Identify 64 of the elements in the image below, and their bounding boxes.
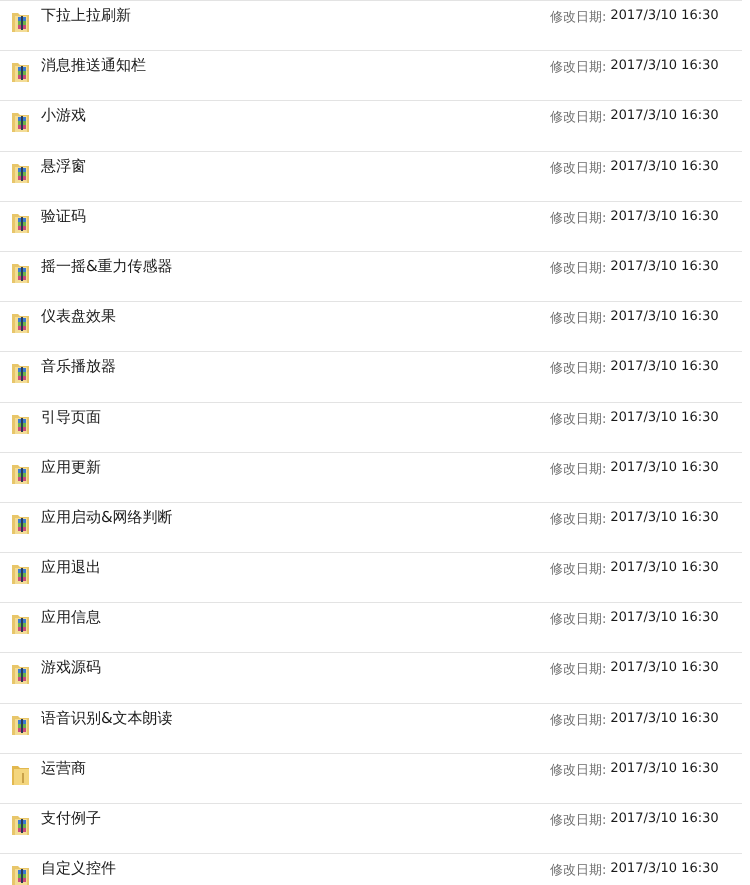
archive-folder-icon bbox=[11, 562, 31, 586]
file-name[interactable]: 悬浮窗 bbox=[41, 156, 550, 176]
archive-folder-icon bbox=[11, 311, 31, 336]
file-name[interactable]: 自定义控件 bbox=[41, 859, 550, 878]
date-label: 修改日期: bbox=[550, 360, 606, 378]
archive-folder-icon bbox=[11, 612, 31, 636]
file-name[interactable]: 小游戏 bbox=[41, 106, 550, 126]
file-name[interactable]: 消息推送通知栏 bbox=[41, 56, 550, 76]
file-name[interactable]: 音乐播放器 bbox=[41, 357, 550, 376]
date-label: 修改日期: bbox=[550, 812, 606, 829]
date-label: 修改日期: bbox=[550, 109, 606, 126]
date-label: 修改日期: bbox=[550, 510, 606, 528]
date-label: 修改日期: bbox=[550, 9, 606, 26]
file-name[interactable]: 引导页面 bbox=[41, 408, 550, 426]
date-label: 修改日期: bbox=[550, 762, 606, 779]
file-name[interactable]: 应用启动&网络判断 bbox=[41, 508, 550, 527]
modified-date: 2017/3/10 16:30 bbox=[610, 309, 719, 326]
modified-date: 2017/3/10 16:30 bbox=[610, 610, 719, 628]
date-label: 修改日期: bbox=[550, 460, 606, 478]
modified-date: 2017/3/10 16:30 bbox=[610, 811, 719, 828]
date-label: 修改日期: bbox=[550, 310, 606, 328]
date-label: 修改日期: bbox=[550, 260, 606, 277]
date-label: 修改日期: bbox=[550, 712, 606, 729]
file-name[interactable]: 摇一摇&重力传感器 bbox=[41, 256, 550, 276]
modified-date: 2017/3/10 16:30 bbox=[610, 861, 719, 878]
file-name[interactable]: 支付例子 bbox=[41, 809, 550, 828]
file-name[interactable]: 语音识别&文本朗读 bbox=[41, 708, 550, 728]
archive-folder-icon bbox=[11, 813, 31, 837]
date-label: 修改日期: bbox=[550, 210, 606, 227]
archive-folder-icon bbox=[11, 60, 31, 84]
modified-date: 2017/3/10 16:30 bbox=[610, 208, 719, 226]
modified-date: 2017/3/10 16:30 bbox=[610, 560, 719, 578]
modified-date: 2017/3/10 16:30 bbox=[610, 510, 719, 527]
modified-date: 2017/3/10 16:30 bbox=[610, 158, 719, 176]
modified-date: 2017/3/10 16:30 bbox=[610, 760, 719, 778]
date-label: 修改日期: bbox=[550, 561, 606, 578]
date-label: 修改日期: bbox=[550, 410, 606, 428]
archive-folder-icon bbox=[11, 10, 31, 34]
modified-date: 2017/3/10 16:30 bbox=[610, 410, 719, 426]
date-label: 修改日期: bbox=[550, 611, 606, 628]
modified-date: 2017/3/10 16:30 bbox=[610, 108, 719, 126]
modified-date: 2017/3/10 16:30 bbox=[610, 58, 719, 76]
archive-folder-icon bbox=[11, 110, 31, 134]
date-label: 修改日期: bbox=[550, 661, 606, 678]
file-name[interactable]: 下拉上拉刷新 bbox=[41, 6, 550, 25]
file-name[interactable]: 验证码 bbox=[41, 206, 550, 226]
archive-folder-icon bbox=[11, 863, 31, 885]
file-name[interactable]: 应用退出 bbox=[41, 558, 550, 578]
file-name[interactable]: 游戏源码 bbox=[41, 658, 550, 678]
date-label: 修改日期: bbox=[550, 59, 606, 76]
modified-date: 2017/3/10 16:30 bbox=[610, 460, 719, 477]
modified-date: 2017/3/10 16:30 bbox=[610, 660, 719, 678]
archive-folder-icon bbox=[11, 662, 31, 686]
archive-folder-icon bbox=[11, 361, 31, 386]
file-name[interactable]: 应用更新 bbox=[41, 458, 550, 477]
date-label: 修改日期: bbox=[550, 160, 606, 177]
modified-date: 2017/3/10 16:30 bbox=[610, 8, 719, 25]
modified-date: 2017/3/10 16:30 bbox=[610, 258, 719, 276]
file-name[interactable]: 应用信息 bbox=[41, 608, 550, 628]
modified-date: 2017/3/10 16:30 bbox=[610, 710, 719, 728]
file-name[interactable]: 仪表盘效果 bbox=[41, 307, 550, 326]
file-name[interactable]: 运营商 bbox=[41, 758, 550, 778]
date-label: 修改日期: bbox=[550, 862, 606, 880]
modified-date: 2017/3/10 16:30 bbox=[610, 359, 719, 376]
